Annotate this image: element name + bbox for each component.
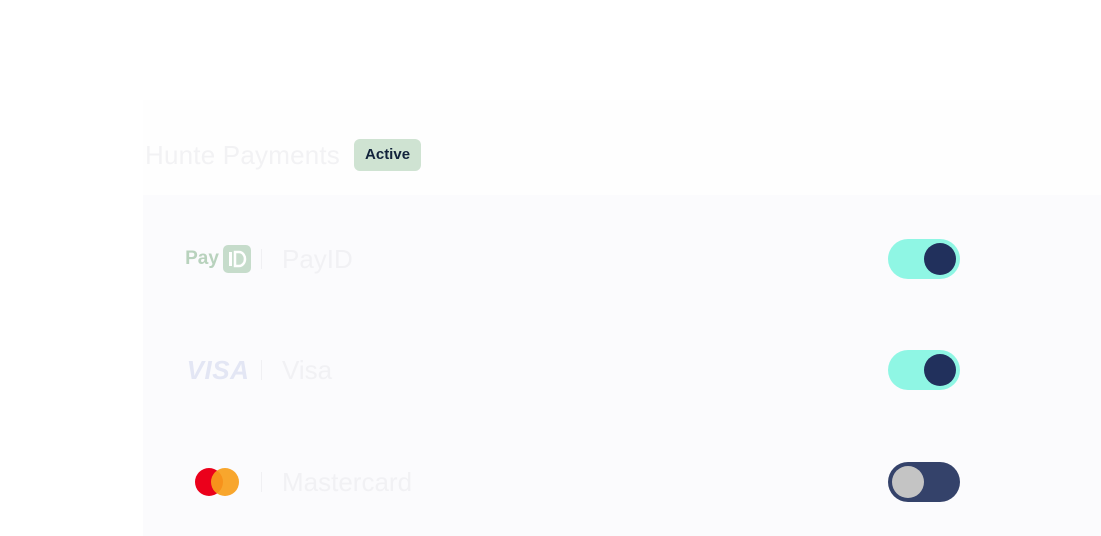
- payment-method-row-payid: Pay PayID: [143, 219, 1101, 299]
- logo-separator: [261, 249, 262, 269]
- payid-logo-text: Pay: [185, 248, 219, 269]
- payid-logo: Pay: [173, 219, 263, 299]
- section-title: Hunte Payments: [145, 139, 341, 170]
- payid-toggle[interactable]: [888, 239, 960, 279]
- toggle-knob: [892, 466, 924, 498]
- logo-separator: [261, 472, 262, 492]
- payment-method-name: Visa: [282, 355, 333, 385]
- status-badge: Active: [354, 139, 422, 171]
- toggle-knob: [924, 243, 956, 275]
- payment-method-name: PayID: [282, 244, 353, 274]
- mastercard-orange-circle: [211, 468, 239, 496]
- payment-method-row-mastercard: Mastercard: [143, 442, 1101, 522]
- payment-method-row-visa: VISA Visa: [143, 330, 1101, 410]
- payments-header: Hunte Payments Active: [145, 138, 422, 172]
- payment-methods-list: Pay PayID VISA Visa Mastercard: [143, 195, 1101, 536]
- mastercard-toggle[interactable]: [888, 462, 960, 502]
- visa-logo-text: VISA: [186, 354, 250, 385]
- visa-logo: VISA: [173, 330, 263, 410]
- toggle-knob: [924, 354, 956, 386]
- payid-id-icon: [222, 245, 251, 273]
- visa-toggle[interactable]: [888, 350, 960, 390]
- mastercard-logo: [173, 442, 263, 522]
- logo-separator: [261, 360, 262, 380]
- payment-method-name: Mastercard: [282, 467, 413, 497]
